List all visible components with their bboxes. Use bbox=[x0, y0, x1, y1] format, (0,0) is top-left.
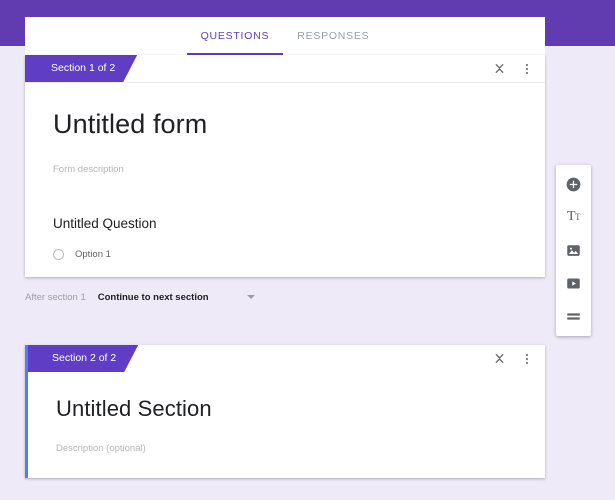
more-vert-icon[interactable] bbox=[519, 61, 535, 77]
after-section-label: After section 1 bbox=[25, 291, 86, 303]
tab-bar: QUESTIONS RESPONSES bbox=[25, 17, 545, 55]
section-2-card[interactable]: Section 2 of 2 Untitled Section Descript… bbox=[25, 345, 545, 478]
form-description-input[interactable]: Form description bbox=[53, 140, 517, 175]
chevron-down-icon bbox=[246, 295, 255, 299]
section-1-card[interactable]: Section 1 of 2 Untitled form Form descri… bbox=[25, 55, 545, 277]
section-1-header: Section 1 of 2 bbox=[25, 55, 545, 83]
add-item-toolbar: TT bbox=[556, 165, 591, 336]
option-row[interactable]: Option 1 bbox=[53, 231, 517, 260]
kebab-dots bbox=[526, 61, 528, 77]
tab-responses-label: RESPONSES bbox=[297, 30, 370, 42]
collapse-icon[interactable] bbox=[491, 61, 507, 77]
section-2-header: Section 2 of 2 bbox=[28, 345, 545, 372]
collapse-icon[interactable] bbox=[491, 351, 507, 367]
kebab-dot bbox=[526, 357, 528, 360]
go-to-section-dropdown[interactable]: Continue to next section bbox=[98, 292, 261, 303]
section-2-body: Untitled Section Description (optional) bbox=[28, 372, 545, 454]
radio-button-icon[interactable] bbox=[53, 249, 64, 260]
tt-glyph: TT bbox=[566, 209, 581, 224]
kebab-dot bbox=[526, 353, 528, 356]
section-description-input[interactable]: Description (optional) bbox=[56, 422, 517, 454]
kebab-dot bbox=[526, 67, 528, 70]
kebab-dot bbox=[526, 71, 528, 74]
section-title[interactable]: Untitled Section bbox=[56, 372, 517, 422]
tab-questions-label: QUESTIONS bbox=[200, 30, 270, 42]
more-vert-icon[interactable] bbox=[519, 351, 535, 367]
after-section-row: After section 1 Continue to next section bbox=[25, 286, 545, 308]
section-2-actions bbox=[491, 345, 535, 372]
kebab-dot bbox=[526, 63, 528, 66]
section-1-actions bbox=[491, 55, 535, 82]
section-2-tag: Section 2 of 2 bbox=[28, 345, 138, 372]
section-1-body: Untitled form Form description Untitled … bbox=[25, 83, 545, 260]
question-title[interactable]: Untitled Question bbox=[53, 175, 517, 231]
kebab-dots bbox=[526, 351, 528, 367]
add-circle-icon[interactable] bbox=[564, 174, 584, 194]
tab-responses[interactable]: RESPONSES bbox=[283, 17, 383, 55]
tab-questions[interactable]: QUESTIONS bbox=[186, 17, 284, 55]
option-label[interactable]: Option 1 bbox=[75, 249, 111, 260]
form-title[interactable]: Untitled form bbox=[53, 83, 517, 140]
section-icon[interactable] bbox=[564, 306, 584, 326]
section-1-tag: Section 1 of 2 bbox=[25, 55, 137, 82]
go-to-section-value: Continue to next section bbox=[97, 291, 209, 303]
image-icon[interactable] bbox=[564, 240, 584, 260]
video-icon[interactable] bbox=[564, 273, 584, 293]
title-text-icon[interactable]: TT bbox=[564, 207, 584, 227]
kebab-dot bbox=[526, 361, 528, 364]
